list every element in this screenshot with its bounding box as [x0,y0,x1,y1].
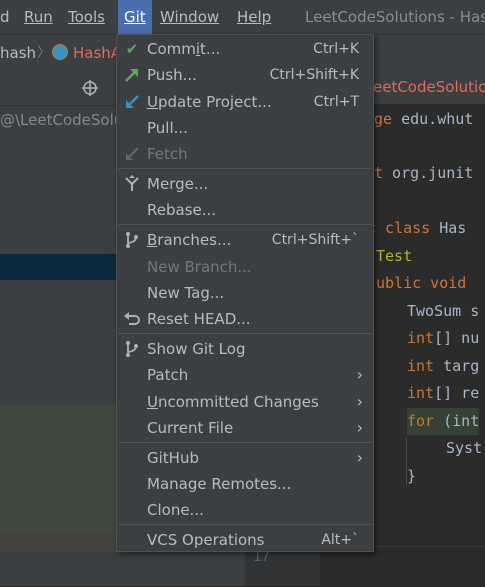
code-line: int[] nu [407,329,480,347]
git-menu-new-tag[interactable]: New Tag... [117,280,373,306]
menu-item-label: Patch [147,366,189,384]
menu-item-label: Fetch [147,145,188,163]
code-line: t org.junit [374,164,474,182]
menu-item-label: Show Git Log [147,340,246,358]
git-menu-new-branch: New Branch... [117,254,373,280]
git-menu-current-file[interactable]: Current File › [117,415,373,441]
git-menu-pull[interactable]: Pull... [117,115,373,141]
menu-window-label: Window [160,8,220,26]
shortcut-label: Ctrl+Shift+K [269,67,359,83]
chevron-right-icon: › [356,448,363,467]
code-line: } [407,467,417,485]
git-menu-patch[interactable]: Patch › [117,362,373,388]
git-menu-vcs-operations[interactable]: VCS Operations Alt+` [117,527,373,553]
shortcut-label: Ctrl+Shift+` [271,232,359,248]
menu-bar: d Run Tools Git Window Help LeetCodeSolu… [0,0,485,34]
menu-separator [118,524,372,525]
update-arrow-icon [126,95,139,108]
menu-tools[interactable]: Tools [68,0,105,34]
git-menu-show-git-log[interactable]: Show Git Log [117,336,373,362]
git-menu-dropdown: ✔ Commit... Ctrl+K Push... Ctrl+Shift+K … [116,34,374,552]
chevron-right-icon: › [356,392,363,411]
menu-item-label: Branches... [147,231,232,249]
shortcut-label: Alt+` [321,532,359,548]
menu-run-label: Run [24,8,53,26]
menu-item-partial[interactable]: d [0,0,10,34]
merge-icon [125,175,139,191]
class-icon [52,44,68,60]
git-menu-push[interactable]: Push... Ctrl+Shift+K [117,62,373,88]
menu-help[interactable]: Help [237,0,271,34]
menu-item-label: Merge... [147,175,209,193]
breadcrumb-item-hash[interactable]: hash [0,35,36,71]
menu-item-label: Current File [147,419,234,437]
code-line: ge edu.whut [374,110,474,128]
code-line: Syst [446,439,483,457]
menu-item-label: VCS Operations [147,531,265,549]
locate-target-icon[interactable] [81,79,99,97]
code-line: TwoSum s [407,302,480,320]
menu-separator [118,168,372,169]
menu-item-label: Uncommitted Changes [147,393,319,411]
menu-git[interactable]: Git [118,0,152,34]
menu-separator [118,442,372,443]
menu-item-label: GitHub [147,449,199,467]
git-menu-merge[interactable]: Merge... [117,171,373,197]
git-menu-github[interactable]: GitHub › [117,445,373,471]
menu-item-label: Rebase... [147,201,217,219]
git-menu-clone[interactable]: Clone... [117,497,373,523]
code-line: int targ [407,357,480,375]
push-arrow-icon [125,69,138,82]
git-menu-uncommitted-changes[interactable]: Uncommitted Changes › [117,389,373,415]
menu-help-label: Help [237,8,272,26]
menu-item-label: Commit... [147,40,221,58]
menu-tools-label: Tools [68,8,105,26]
menu-item-label: Clone... [147,501,204,519]
menu-item-label: Pull... [147,119,188,137]
project-path: @\LeetCodeSolut [0,111,130,129]
git-menu-update-project[interactable]: Update Project... Ctrl+T [117,89,373,115]
check-icon: ✔ [125,40,139,58]
git-log-icon [126,341,138,357]
menu-window[interactable]: Window [160,0,219,34]
window-title: LeetCodeSolutions - Has [305,8,485,26]
menu-item-label: Push... [147,66,197,84]
code-line: Test [376,247,413,265]
menu-item-label: New Tag... [147,284,225,302]
fetch-arrow-icon [126,147,139,160]
menu-item-label: New Branch... [147,258,252,276]
menu-separator [118,333,372,334]
git-menu-rebase[interactable]: Rebase... [117,197,373,223]
editor-tab[interactable]: eetCodeSolution [373,71,485,104]
git-menu-manage-remotes[interactable]: Manage Remotes... [117,471,373,497]
shortcut-label: Ctrl+K [313,41,359,57]
code-line: int[] re [407,384,480,402]
code-line: for (int [407,408,480,435]
code-line: ublic void [376,274,467,292]
menu-run[interactable]: Run [24,0,53,34]
menu-item-label: Reset HEAD... [147,310,251,328]
shortcut-label: Ctrl+T [313,94,359,110]
git-menu-commit[interactable]: ✔ Commit... Ctrl+K [117,36,373,62]
chevron-right-icon: › [356,418,363,437]
branch-icon [126,232,138,248]
git-menu-reset-head[interactable]: Reset HEAD... [117,306,373,332]
reset-icon [124,312,140,325]
git-menu-branches[interactable]: Branches... Ctrl+Shift+` [117,227,373,253]
menu-git-label: Git [124,8,146,26]
git-menu-fetch: Fetch [117,141,373,167]
menu-separator [118,224,372,225]
menu-item-label: Update Project... [147,93,272,111]
menu-item-label: Manage Remotes... [147,475,292,493]
breadcrumb-item-class[interactable]: HashA [73,35,121,71]
chevron-right-icon: › [356,365,363,384]
code-line: c class Has [367,219,467,237]
breadcrumb-separator-icon: 〉 [37,45,51,61]
